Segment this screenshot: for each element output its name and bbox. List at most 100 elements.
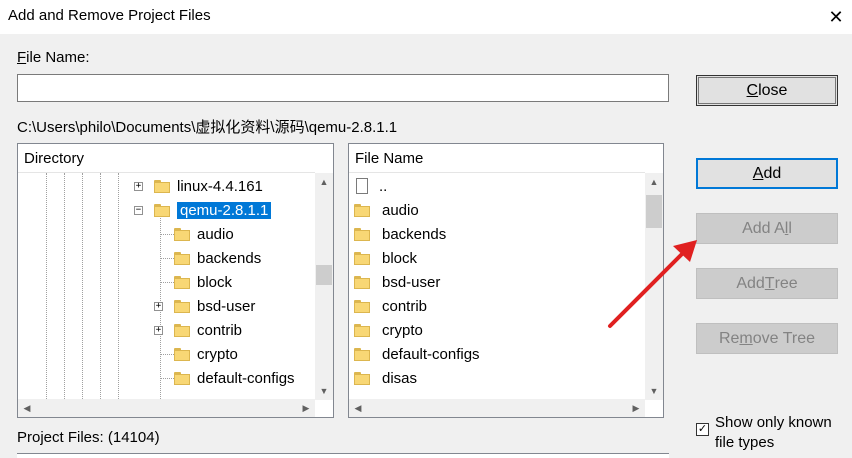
file-item-label: contrib	[382, 297, 428, 315]
expand-icon[interactable]: +	[154, 301, 163, 311]
file-item-bsd-user[interactable]: bsd-user	[354, 270, 440, 294]
expand-icon[interactable]: +	[154, 325, 163, 335]
tree-item-label: crypto	[197, 345, 238, 363]
tree-line	[46, 173, 47, 403]
add-tree-button[interactable]: Add Tree	[696, 268, 838, 299]
tree-item-crypto[interactable]: crypto	[174, 342, 238, 366]
tree-item-qemu[interactable]: − qemu-2.8.1.1	[134, 198, 272, 222]
folder-icon	[354, 203, 370, 217]
file-icon	[356, 178, 368, 194]
close-button-label: lose	[758, 81, 788, 99]
scroll-left-icon[interactable]: ◀	[18, 399, 36, 417]
directory-header[interactable]: Directory	[18, 144, 315, 173]
add-all-button[interactable]: Add All	[696, 213, 838, 244]
files-horizontal-scrollbar[interactable]: ◀ ▶	[349, 399, 645, 417]
title-bar: Add and Remove Project Files ✕	[0, 0, 852, 34]
tree-item-audio[interactable]: audio	[174, 222, 234, 246]
files-vertical-scrollbar[interactable]: ▲ ▼	[645, 173, 663, 400]
file-name-label: File Name:	[17, 49, 90, 66]
scroll-up-icon[interactable]: ▲	[315, 173, 333, 191]
tree-item-label: default-configs	[197, 369, 295, 387]
file-item-crypto[interactable]: crypto	[354, 318, 423, 342]
tree-line	[118, 173, 119, 403]
tree-item-label: block	[197, 273, 233, 291]
folder-icon	[354, 323, 370, 337]
tree-item-backends[interactable]: backends	[174, 246, 261, 270]
window-close-icon[interactable]: ✕	[820, 0, 852, 34]
folder-icon	[174, 347, 190, 361]
tree-item-label: backends	[197, 249, 262, 267]
tree-item-bsd-user[interactable]: + bsd-user	[154, 294, 255, 318]
scroll-up-icon[interactable]: ▲	[645, 173, 663, 191]
show-known-label[interactable]: Show only known file types	[715, 413, 832, 453]
add-all-label-rest: l	[788, 219, 792, 237]
file-item-default-configs[interactable]: default-configs	[354, 342, 480, 366]
add-button-label: dd	[763, 164, 782, 182]
tree-line	[100, 173, 101, 403]
file-item-disas[interactable]: disas	[354, 366, 417, 390]
directory-vertical-scrollbar[interactable]: ▲ ▼	[315, 173, 333, 400]
tree-item-default-configs[interactable]: default-configs	[174, 366, 295, 390]
file-item-label: crypto	[382, 321, 423, 339]
directory-horizontal-scrollbar[interactable]: ◀ ▶	[18, 399, 315, 417]
folder-icon	[354, 275, 370, 289]
expand-icon[interactable]: +	[134, 181, 143, 191]
tree-item-linux[interactable]: + linux-4.4.161	[134, 174, 263, 198]
tree-line	[82, 173, 83, 403]
folder-icon	[174, 371, 190, 385]
files-pane[interactable]: File Name .. audio backends block bsd-us…	[348, 143, 664, 418]
add-tree-accel: T	[764, 274, 775, 292]
tree-line	[160, 354, 174, 355]
add-button-accel: A	[752, 164, 764, 182]
directory-pane[interactable]: Directory + linux-4.4.161 − qemu-2.8.1.1…	[17, 143, 334, 418]
show-known-line2: file types	[715, 434, 775, 451]
file-item-label: ..	[379, 177, 388, 195]
scroll-thumb[interactable]	[316, 265, 332, 285]
folder-icon	[174, 299, 190, 313]
tree-item-label: bsd-user	[197, 297, 256, 315]
tree-line	[160, 234, 174, 235]
scroll-right-icon[interactable]: ▶	[627, 399, 645, 417]
tree-item-label: contrib	[197, 321, 243, 339]
tree-item-contrib[interactable]: + contrib	[154, 318, 242, 342]
project-files-count: Project Files: (14104)	[17, 429, 160, 446]
folder-icon	[154, 179, 170, 193]
tree-item-block[interactable]: block	[174, 270, 232, 294]
scroll-down-icon[interactable]: ▼	[645, 382, 663, 400]
tree-line	[64, 173, 65, 403]
tree-line	[160, 378, 174, 379]
folder-icon	[174, 251, 190, 265]
folder-icon	[354, 227, 370, 241]
folder-icon	[354, 371, 370, 385]
file-name-header[interactable]: File Name	[349, 144, 645, 173]
scroll-right-icon[interactable]: ▶	[297, 399, 315, 417]
file-name-header-label: File Name	[355, 149, 424, 167]
file-item-label: block	[382, 249, 418, 267]
file-item-backends[interactable]: backends	[354, 222, 446, 246]
file-item-audio[interactable]: audio	[354, 198, 419, 222]
file-name-input[interactable]	[17, 74, 669, 102]
file-item-label: bsd-user	[382, 273, 441, 291]
collapse-icon[interactable]: −	[134, 205, 143, 215]
show-known-checkbox[interactable]: ✓	[696, 423, 709, 436]
close-button[interactable]: Close	[696, 75, 838, 106]
scroll-thumb[interactable]	[646, 195, 662, 228]
scroll-left-icon[interactable]: ◀	[349, 399, 367, 417]
remove-tree-label-pre: Re	[718, 329, 740, 347]
file-item-parent[interactable]: ..	[354, 174, 387, 198]
close-button-accel: C	[746, 81, 759, 99]
remove-tree-label-rest: ove Tree	[752, 329, 816, 347]
file-item-block[interactable]: block	[354, 246, 417, 270]
file-item-label: default-configs	[382, 345, 480, 363]
show-known-line1: Show only known	[715, 414, 832, 431]
add-tree-label-rest: ree	[774, 274, 798, 292]
project-files-list[interactable]	[17, 453, 669, 458]
add-button[interactable]: Add	[696, 158, 838, 189]
scroll-down-icon[interactable]: ▼	[315, 382, 333, 400]
file-item-contrib[interactable]: contrib	[354, 294, 427, 318]
remove-tree-accel: m	[739, 329, 753, 347]
file-item-label: backends	[382, 225, 447, 243]
tree-item-label: audio	[197, 225, 234, 243]
remove-tree-button[interactable]: Re m ove Tree	[696, 323, 838, 354]
tree-line	[160, 282, 174, 283]
